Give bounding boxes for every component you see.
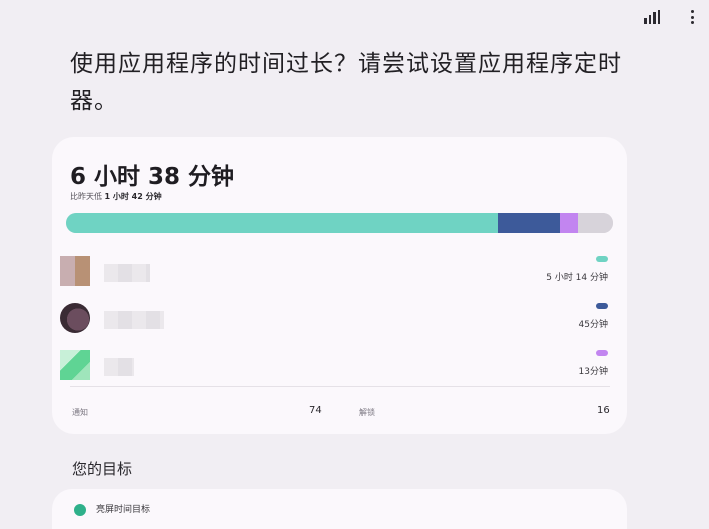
bar-chart-icon[interactable]	[641, 6, 663, 28]
app-row[interactable]: 45分钟	[52, 303, 627, 343]
usage-segment	[577, 213, 613, 233]
compare-prefix: 比昨天低	[70, 192, 102, 201]
unlocks-count: 16	[597, 405, 610, 416]
usage-segment	[498, 213, 560, 233]
compare-value: 1 小时 42 分钟	[104, 192, 162, 201]
app-icon	[60, 303, 90, 333]
app-color-dot	[596, 350, 608, 356]
goals-section-title: 您的目标	[72, 460, 133, 478]
usage-breakdown-bar	[66, 213, 613, 233]
top-actions	[641, 6, 703, 28]
more-vertical-icon[interactable]	[681, 6, 703, 28]
app-name	[104, 264, 150, 282]
app-icon	[60, 350, 90, 380]
app-usage-time: 45分钟	[578, 320, 608, 330]
app-row[interactable]: 5 小时 14 分钟	[52, 256, 627, 296]
usage-summary-card[interactable]: 6 小时 38 分钟 比昨天低 1 小时 42 分钟 5 小时 14 分钟 45…	[52, 137, 627, 434]
app-usage-time: 5 小时 14 分钟	[546, 273, 608, 283]
goal-item-screen-time[interactable]: 亮屏时间目标	[52, 489, 627, 529]
usage-segment	[559, 213, 578, 233]
notifications-label: 通知	[72, 408, 88, 417]
divider	[70, 386, 610, 387]
app-color-dot	[596, 303, 608, 309]
compare-yesterday: 比昨天低 1 小时 42 分钟	[70, 191, 162, 202]
goal-check-icon	[74, 504, 86, 516]
app-name	[104, 358, 134, 376]
app-usage-time: 13分钟	[578, 367, 608, 377]
app-color-dot	[596, 256, 608, 262]
app-row[interactable]: 13分钟	[52, 350, 627, 390]
app-name	[104, 311, 164, 329]
unlocks-label: 解锁	[359, 408, 375, 417]
notifications-count: 74	[309, 405, 322, 416]
app-icon	[60, 256, 90, 286]
page-headline: 使用应用程序的时间过长？请尝试设置应用程序定时器。	[70, 51, 622, 114]
total-screen-time: 6 小时 38 分钟	[70, 164, 235, 190]
usage-segment	[66, 213, 499, 233]
